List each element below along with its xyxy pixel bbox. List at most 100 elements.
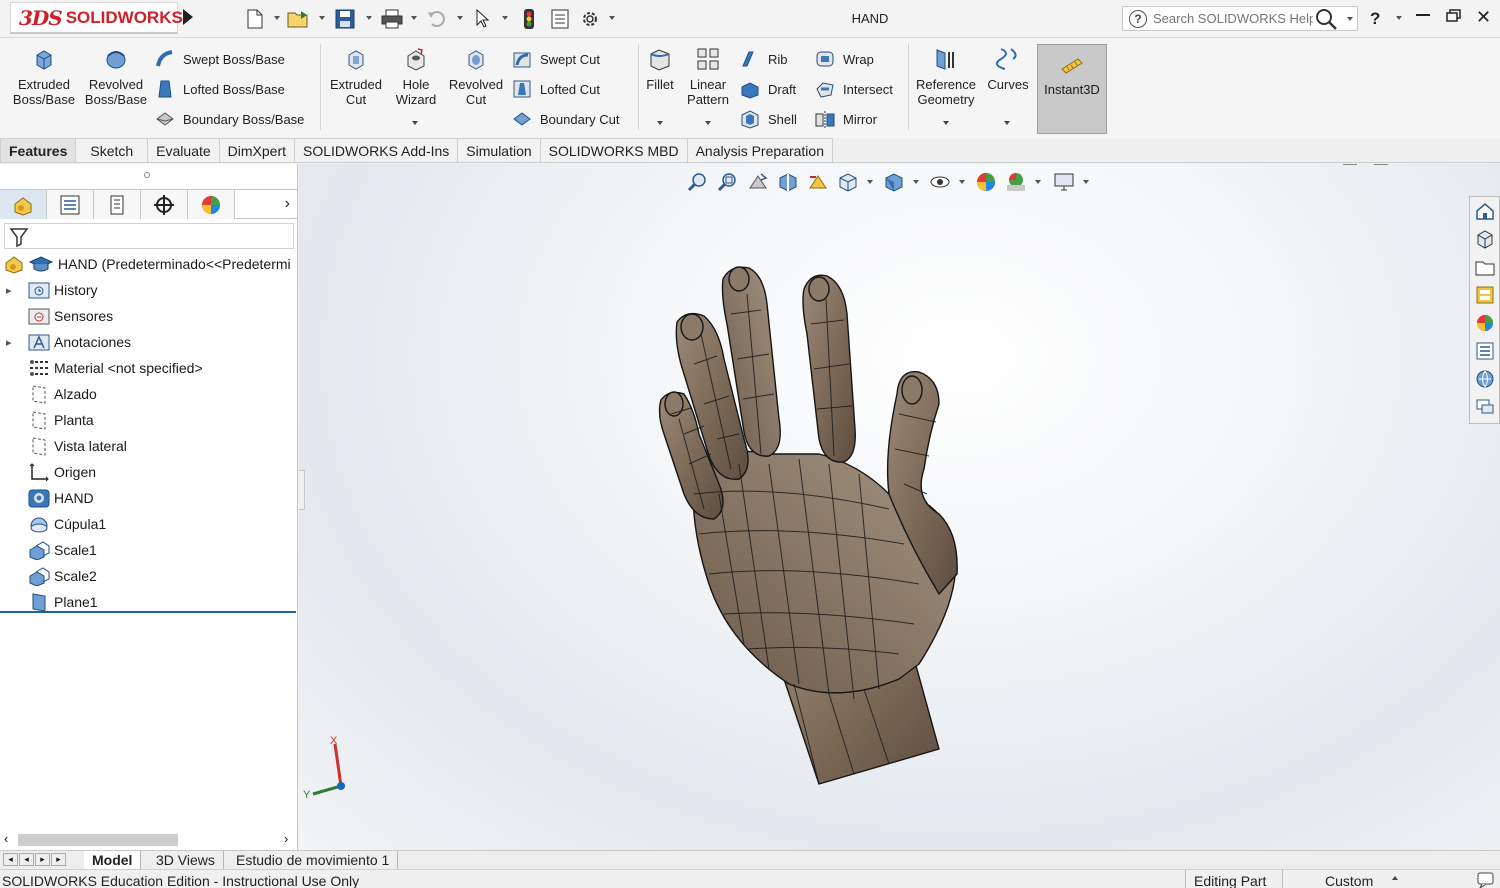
open-dropdown-icon[interactable] [319, 16, 325, 20]
new-dropdown-icon[interactable] [274, 16, 280, 20]
close-icon[interactable]: ✕ [1476, 7, 1491, 28]
draft-button[interactable]: Draft [740, 78, 796, 100]
save-icon[interactable] [333, 8, 357, 30]
scroll-left-icon[interactable]: ‹ [4, 831, 8, 846]
hole-wizard-button[interactable]: Hole Wizard [388, 46, 444, 107]
status-chat-icon[interactable] [1476, 871, 1496, 888]
search-dropdown-icon[interactable] [1347, 17, 1353, 21]
solidworks-logo[interactable]: 3DS SOLIDWORKS [10, 2, 183, 34]
new-document-icon[interactable] [244, 8, 266, 30]
swept-boss-button[interactable]: Swept Boss/Base [155, 48, 285, 70]
status-units[interactable]: Custom [1325, 873, 1373, 888]
tree-filter-field[interactable] [4, 223, 294, 249]
rebuild-traffic-light-icon[interactable] [520, 8, 538, 30]
doc-close-icon[interactable]: ✕ [1464, 164, 1477, 167]
tree-item-planta[interactable]: Planta [0, 408, 298, 432]
feature-manager-tab-icon[interactable] [0, 190, 47, 219]
configuration-manager-tab-icon[interactable] [94, 190, 141, 219]
options-gear-icon[interactable] [578, 8, 602, 30]
lofted-boss-button[interactable]: Lofted Boss/Base [155, 78, 285, 100]
next-tab-icon[interactable]: ▸ [35, 853, 50, 866]
tree-item-sensores[interactable]: Sensores [0, 304, 298, 328]
tree-item-scale2[interactable]: Scale2 [0, 564, 298, 588]
fillet-dropdown-icon[interactable] [657, 121, 663, 125]
tab-3d-views[interactable]: 3D Views [148, 851, 224, 869]
graphics-area[interactable]: X Y ✕ [299, 164, 1500, 850]
reference-geometry-button[interactable]: Reference Geometry [912, 46, 980, 107]
print-dropdown-icon[interactable] [411, 16, 417, 20]
hole-wizard-dropdown-icon[interactable] [412, 121, 418, 125]
file-explorer-icon[interactable] [1470, 281, 1499, 309]
print-icon[interactable] [380, 8, 404, 30]
wrap-button[interactable]: Wrap [815, 48, 874, 70]
tab-features[interactable]: Features [0, 138, 77, 163]
tree-item-origen[interactable]: Origen [0, 460, 298, 484]
instant3d-button[interactable]: Instant3D [1037, 44, 1107, 134]
curves-button[interactable]: Curves [984, 46, 1032, 92]
linear-pattern-button[interactable]: Linear Pattern [684, 46, 732, 107]
property-manager-tab-icon[interactable] [47, 190, 94, 219]
design-library-icon[interactable] [1470, 253, 1499, 281]
options-dropdown-icon[interactable] [609, 16, 615, 20]
tab-simulation[interactable]: Simulation [458, 138, 541, 163]
prev-tab-icon[interactable]: ◂ [19, 853, 34, 866]
rollback-bar[interactable] [0, 611, 296, 613]
menu-expand-arrow-icon[interactable] [183, 9, 193, 25]
mirror-button[interactable]: Mirror [815, 108, 877, 130]
curves-dropdown-icon[interactable] [1004, 121, 1010, 125]
help-icon[interactable]: ? [1370, 9, 1380, 29]
tree-item-cupula1[interactable]: Cúpula1 [0, 512, 298, 536]
tree-root-part[interactable]: HAND (Predeterminado<<Predetermi [0, 252, 298, 276]
restore-icon[interactable] [1446, 9, 1462, 27]
scrollbar-thumb[interactable] [18, 834, 178, 846]
select-cursor-icon[interactable] [473, 8, 493, 30]
undo-icon[interactable] [425, 8, 449, 30]
shell-button[interactable]: Shell [740, 108, 797, 130]
filter-icon[interactable] [9, 226, 29, 248]
dimxpert-manager-tab-icon[interactable] [141, 190, 188, 219]
tree-item-vista-lateral[interactable]: Vista lateral [0, 434, 298, 458]
tree-item-material[interactable]: Material <not specified> [0, 356, 298, 380]
first-tab-icon[interactable]: ◂ [3, 853, 18, 866]
help-dropdown-icon[interactable] [1396, 16, 1402, 20]
3d-content-central-icon[interactable] [1470, 225, 1499, 253]
tree-item-alzado[interactable]: Alzado [0, 382, 298, 406]
custom-properties-icon[interactable] [1470, 337, 1499, 365]
tree-item-history[interactable]: ▸ History [0, 278, 298, 302]
extruded-boss-button[interactable]: Extruded Boss/Base [8, 46, 80, 107]
lofted-cut-button[interactable]: Lofted Cut [512, 78, 600, 100]
tab-sketch[interactable]: Sketch [76, 138, 149, 163]
search-input[interactable] [1153, 11, 1313, 26]
file-properties-icon[interactable] [548, 8, 572, 30]
tab-estudio-de-movimiento[interactable]: Estudio de movimiento 1 [228, 851, 399, 869]
home-icon[interactable] [1470, 197, 1499, 225]
panel-tabs-more-icon[interactable]: › [235, 190, 298, 218]
swept-cut-button[interactable]: Swept Cut [512, 48, 600, 70]
units-dropdown-icon[interactable] [1392, 876, 1398, 880]
panel-grip-icon[interactable] [144, 172, 150, 178]
pattern-dropdown-icon[interactable] [705, 121, 711, 125]
boundary-boss-button[interactable]: Boundary Boss/Base [155, 108, 304, 130]
intersect-button[interactable]: Intersect [815, 78, 893, 100]
reference-geometry-dropdown-icon[interactable] [943, 121, 949, 125]
save-dropdown-icon[interactable] [366, 16, 372, 20]
fillet-button[interactable]: Fillet [640, 46, 680, 92]
display-manager-tab-icon[interactable] [188, 190, 235, 219]
tab-model[interactable]: Model [84, 851, 142, 869]
open-document-icon[interactable] [286, 8, 312, 30]
boundary-cut-button[interactable]: Boundary Cut [512, 108, 620, 130]
scroll-right-icon[interactable]: › [284, 831, 288, 846]
revolved-cut-button[interactable]: Revolved Cut [446, 46, 506, 107]
expand-arrow-icon[interactable]: ▸ [6, 284, 18, 297]
tree-item-anotaciones[interactable]: ▸ Anotaciones [0, 330, 298, 354]
panel-collapse-handle[interactable] [299, 470, 305, 510]
doc-dock-left-icon[interactable] [1343, 164, 1357, 165]
search-icon[interactable] [1315, 8, 1339, 30]
search-help-box[interactable]: ? [1122, 6, 1358, 31]
tab-analysis-preparation[interactable]: Analysis Preparation [687, 138, 833, 163]
minimize-icon[interactable] [1416, 14, 1430, 16]
last-tab-icon[interactable]: ▸ [51, 853, 66, 866]
select-dropdown-icon[interactable] [502, 16, 508, 20]
forum-icon[interactable] [1470, 393, 1499, 421]
rib-button[interactable]: Rib [740, 48, 788, 70]
